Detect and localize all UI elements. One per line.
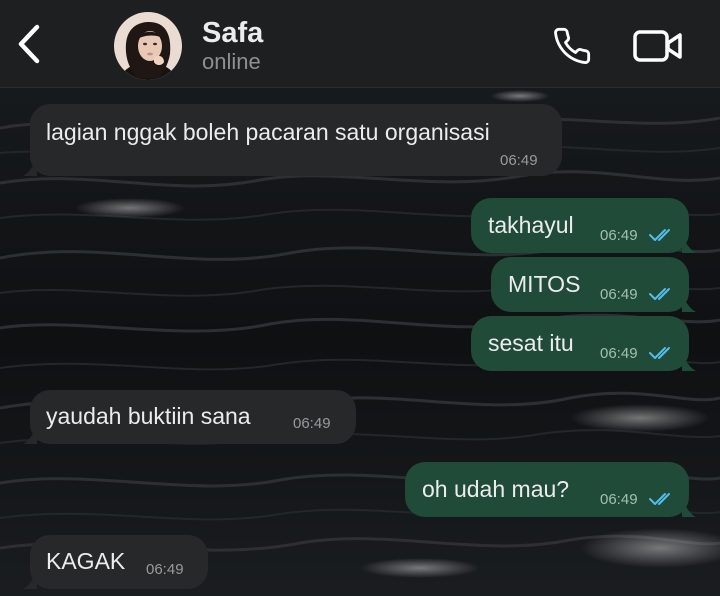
read-check-icon	[649, 229, 670, 241]
video-call-button[interactable]	[628, 22, 688, 70]
message-text: sesat itu	[488, 330, 574, 356]
phone-icon	[554, 27, 591, 64]
message-text: yaudah buktiin sana	[46, 403, 251, 429]
message-time: 06:49	[146, 561, 184, 578]
message-bubble-incoming[interactable]: KAGAK 06:49	[23, 535, 208, 589]
read-check-icon	[649, 288, 670, 300]
message-text: oh udah mau?	[422, 476, 570, 502]
read-check-icon	[649, 493, 670, 505]
avatar[interactable]	[114, 12, 182, 80]
message-bubble-outgoing[interactable]: takhayul 06:49	[471, 198, 696, 253]
message-time: 06:49	[500, 152, 538, 169]
message-bubble-outgoing[interactable]: oh udah mau? 06:49	[405, 462, 696, 517]
video-camera-icon	[633, 30, 682, 62]
message-text: lagian nggak boleh pacaran satu organisa…	[46, 119, 490, 145]
message-time: 06:49	[600, 345, 638, 362]
message-bubble-outgoing[interactable]: sesat itu 06:49	[471, 316, 696, 371]
voice-call-button[interactable]	[548, 22, 596, 70]
message-bubble-outgoing[interactable]: MITOS 06:49	[491, 257, 696, 312]
contact-name[interactable]: Safa	[202, 16, 263, 50]
message-time: 06:49	[600, 491, 638, 508]
back-button[interactable]	[10, 22, 50, 66]
message-time: 06:49	[293, 415, 331, 432]
message-text: takhayul	[488, 212, 574, 238]
message-time: 06:49	[600, 286, 638, 303]
contact-status: online	[202, 49, 261, 74]
message-text: MITOS	[508, 271, 581, 297]
read-check-icon	[649, 347, 670, 359]
message-time: 06:49	[600, 227, 638, 244]
message-bubble-incoming[interactable]: lagian nggak boleh pacaran satu organisa…	[23, 104, 562, 176]
message-bubble-incoming[interactable]: yaudah buktiin sana 06:49	[23, 390, 356, 444]
chevron-left-icon	[18, 24, 40, 64]
message-text: KAGAK	[46, 548, 126, 574]
chat-header: Safa online	[0, 0, 720, 88]
